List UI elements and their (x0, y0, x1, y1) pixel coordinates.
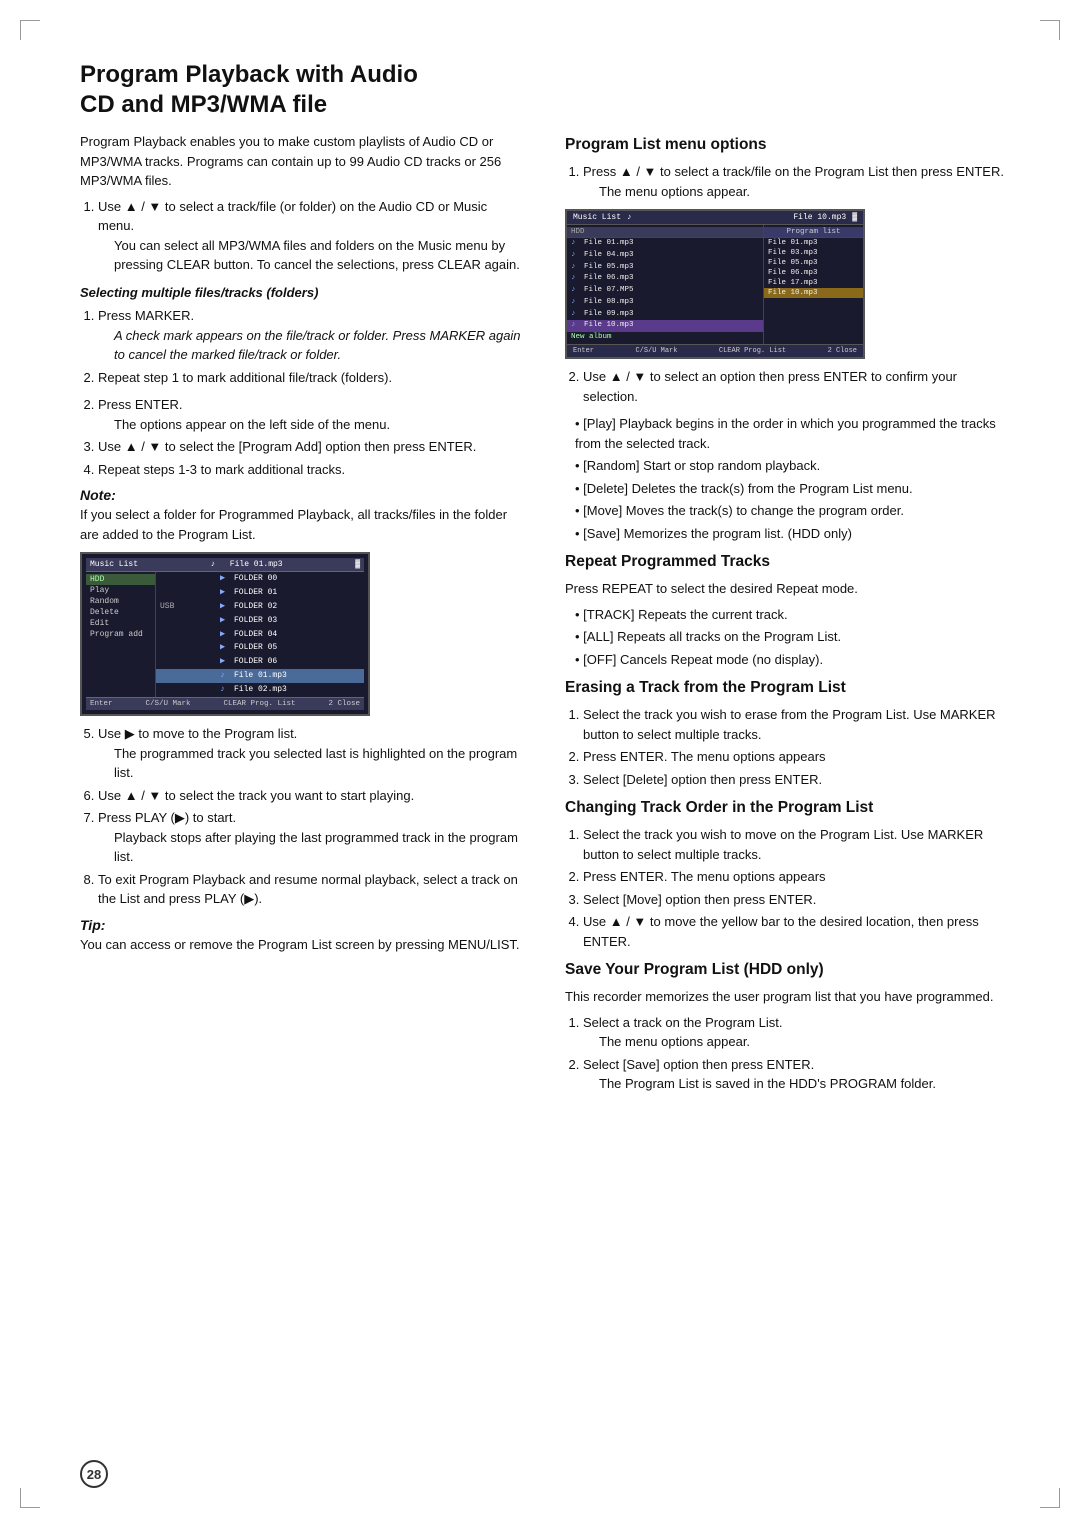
step1-note: You can select all MP3/WMA files and fol… (98, 236, 525, 275)
changing-section: Changing Track Order in the Program List… (565, 799, 1010, 951)
main-title: Program Playback with Audio CD and MP3/W… (80, 60, 1010, 120)
save-step-1: Select a track on the Program List. The … (583, 1013, 1010, 1052)
changing-title: Changing Track Order in the Program List (565, 799, 1010, 817)
right-column: Program List menu options Press ▲ / ▼ to… (565, 132, 1010, 1102)
changing-step-1: Select the track you wish to move on the… (583, 825, 1010, 864)
repeat-bullets: [TRACK] Repeats the current track.[ALL] … (565, 605, 1010, 670)
changing-step-4: Use ▲ / ▼ to move the yellow bar to the … (583, 912, 1010, 951)
changing-steps: Select the track you wish to move on the… (565, 825, 1010, 951)
changing-step-2: Press ENTER. The menu options appears (583, 867, 1010, 887)
step-8: To exit Program Playback and resume norm… (98, 870, 525, 909)
sel-step-2: Repeat step 1 to mark additional file/tr… (98, 368, 525, 388)
screen1-filelist: ▶FOLDER 00▶FOLDER 01USB▶FOLDER 02▶FOLDER… (156, 572, 364, 697)
menu-hdd: HDD (86, 574, 155, 585)
step-1: Use ▲ / ▼ to select a track/file (or fol… (98, 197, 525, 275)
save-title: Save Your Program List (HDD only) (565, 961, 1010, 979)
repeat-title: Repeat Programmed Tracks (565, 553, 1010, 571)
changing-step-3: Select [Move] option then press ENTER. (583, 890, 1010, 910)
plm-step-2: Use ▲ / ▼ to select an option then press… (583, 367, 1010, 406)
erasing-section: Erasing a Track from the Program List Se… (565, 679, 1010, 789)
corner-tr (1040, 20, 1060, 40)
plm-bullet-item: [Move] Moves the track(s) to change the … (575, 501, 1010, 521)
erasing-step-1: Select the track you wish to erase from … (583, 705, 1010, 744)
corner-br (1040, 1488, 1060, 1508)
corner-bl (20, 1488, 40, 1508)
main-steps-list: Use ▲ / ▼ to select a track/file (or fol… (80, 197, 525, 275)
title-line2: CD and MP3/WMA file (80, 91, 327, 118)
save-step-2: Select [Save] option then press ENTER. T… (583, 1055, 1010, 1094)
screen1-menu-items: PlayRandomDeleteEditProgram add (86, 585, 155, 640)
step-2: Press ENTER. The options appear on the l… (98, 395, 525, 434)
plm-bullets: [Play] Playback begins in the order in w… (565, 414, 1010, 543)
screen1-header: Music List ♪ File 01.mp3 ▓ (86, 558, 364, 572)
plm-bullet-item: [Save] Memorizes the program list. (HDD … (575, 524, 1010, 544)
repeat-intro: Press REPEAT to select the desired Repea… (565, 579, 1010, 599)
plm-bullet-item: [Random] Start or stop random playback. (575, 456, 1010, 476)
selecting-multiple-section: Selecting multiple files/tracks (folders… (80, 283, 525, 388)
main-steps-continued: Press ENTER. The options appear on the l… (80, 395, 525, 479)
screen-mockup-1: Music List ♪ File 01.mp3 ▓ HDD PlayRando… (80, 552, 370, 716)
screen2-body: HDD ♪File 01.mp3♪File 04.mp3♪File 05.mp3… (567, 225, 863, 344)
note-box: Note: If you select a folder for Program… (80, 487, 525, 544)
step-3: Use ▲ / ▼ to select the [Program Add] op… (98, 437, 525, 457)
corner-tl (20, 20, 40, 40)
save-intro: This recorder memorizes the user program… (565, 987, 1010, 1007)
sel-step1-note: A check mark appears on the file/track o… (98, 326, 525, 365)
selecting-steps: Press MARKER. A check mark appears on th… (80, 306, 525, 387)
page: Program Playback with Audio CD and MP3/W… (0, 0, 1080, 1528)
screen2-header: Music List ♪ File 10.mp3 ▓ (567, 211, 863, 225)
screen2-new-album: New album (567, 332, 763, 342)
plm-step1-note: The menu options appear. (583, 182, 1010, 202)
plm-bullet-item: [Delete] Deletes the track(s) from the P… (575, 479, 1010, 499)
screen1-menu: HDD PlayRandomDeleteEditProgram add (86, 572, 156, 697)
step2-note: The options appear on the left side of t… (98, 415, 525, 435)
left-column: Program Playback enables you to make cus… (80, 132, 525, 1102)
erasing-steps: Select the track you wish to erase from … (565, 705, 1010, 789)
screen1-footer: EnterC/S/U MarkCLEAR Prog. List2 Close (86, 697, 364, 710)
save-step2-note: The Program List is saved in the HDD's P… (583, 1074, 1010, 1094)
screen-mockup-2: Music List ♪ File 10.mp3 ▓ HDD ♪File 01.… (565, 209, 865, 359)
screen2-prog-header: Program list (764, 227, 863, 238)
intro-paragraph: Program Playback enables you to make cus… (80, 132, 525, 191)
prog-list-menu-title: Program List menu options (565, 136, 1010, 154)
page-number: 28 (80, 1460, 108, 1488)
plm-step-1: Press ▲ / ▼ to select a track/file on th… (583, 162, 1010, 201)
save-section: Save Your Program List (HDD only) This r… (565, 961, 1010, 1094)
screen2-prog-list: Program list File 01.mp3File 03.mp3File … (763, 225, 863, 344)
plm-bullet-item: [Play] Playback begins in the order in w… (575, 414, 1010, 453)
screen2-footer: EnterC/S/U MarkCLEAR Prog. List2 Close (567, 344, 863, 357)
step-7: Press PLAY (▶) to start. Playback stops … (98, 808, 525, 867)
screen1-body: HDD PlayRandomDeleteEditProgram add ▶FOL… (86, 572, 364, 697)
erasing-title: Erasing a Track from the Program List (565, 679, 1010, 697)
main-steps-5-8: Use ▶ to move to the Program list. The p… (80, 724, 525, 909)
erasing-step-3: Select [Delete] option then press ENTER. (583, 770, 1010, 790)
erasing-step-2: Press ENTER. The menu options appears (583, 747, 1010, 767)
tip-box: Tip: You can access or remove the Progra… (80, 917, 525, 955)
repeat-bullet-item: [ALL] Repeats all tracks on the Program … (575, 627, 1010, 647)
save-steps: Select a track on the Program List. The … (565, 1013, 1010, 1094)
repeat-bullet-item: [TRACK] Repeats the current track. (575, 605, 1010, 625)
plm-steps: Press ▲ / ▼ to select a track/file on th… (565, 162, 1010, 201)
tip-text: You can access or remove the Program Lis… (80, 935, 525, 955)
screen2-hdd-row: HDD (567, 227, 763, 238)
repeat-section: Repeat Programmed Tracks Press REPEAT to… (565, 553, 1010, 669)
save-step1-note: The menu options appear. (583, 1032, 1010, 1052)
note-text: If you select a folder for Programmed Pl… (80, 505, 525, 544)
step-4: Repeat steps 1-3 to mark additional trac… (98, 460, 525, 480)
screen2-prog-rows: File 01.mp3File 03.mp3File 05.mp3File 06… (764, 238, 863, 298)
selecting-title: Selecting multiple files/tracks (folders… (80, 283, 525, 303)
title-line1: Program Playback with Audio (80, 61, 418, 88)
step-6: Use ▲ / ▼ to select the track you want t… (98, 786, 525, 806)
screen2-list: HDD ♪File 01.mp3♪File 04.mp3♪File 05.mp3… (567, 225, 763, 344)
step5-note: The programmed track you selected last i… (98, 744, 525, 783)
screen2-list-rows: ♪File 01.mp3♪File 04.mp3♪File 05.mp3♪Fil… (567, 238, 763, 332)
step-5: Use ▶ to move to the Program list. The p… (98, 724, 525, 783)
repeat-bullet-item: [OFF] Cancels Repeat mode (no display). (575, 650, 1010, 670)
step7-note: Playback stops after playing the last pr… (98, 828, 525, 867)
sel-step-1: Press MARKER. A check mark appears on th… (98, 306, 525, 365)
plm-steps-2: Use ▲ / ▼ to select an option then press… (565, 367, 1010, 406)
